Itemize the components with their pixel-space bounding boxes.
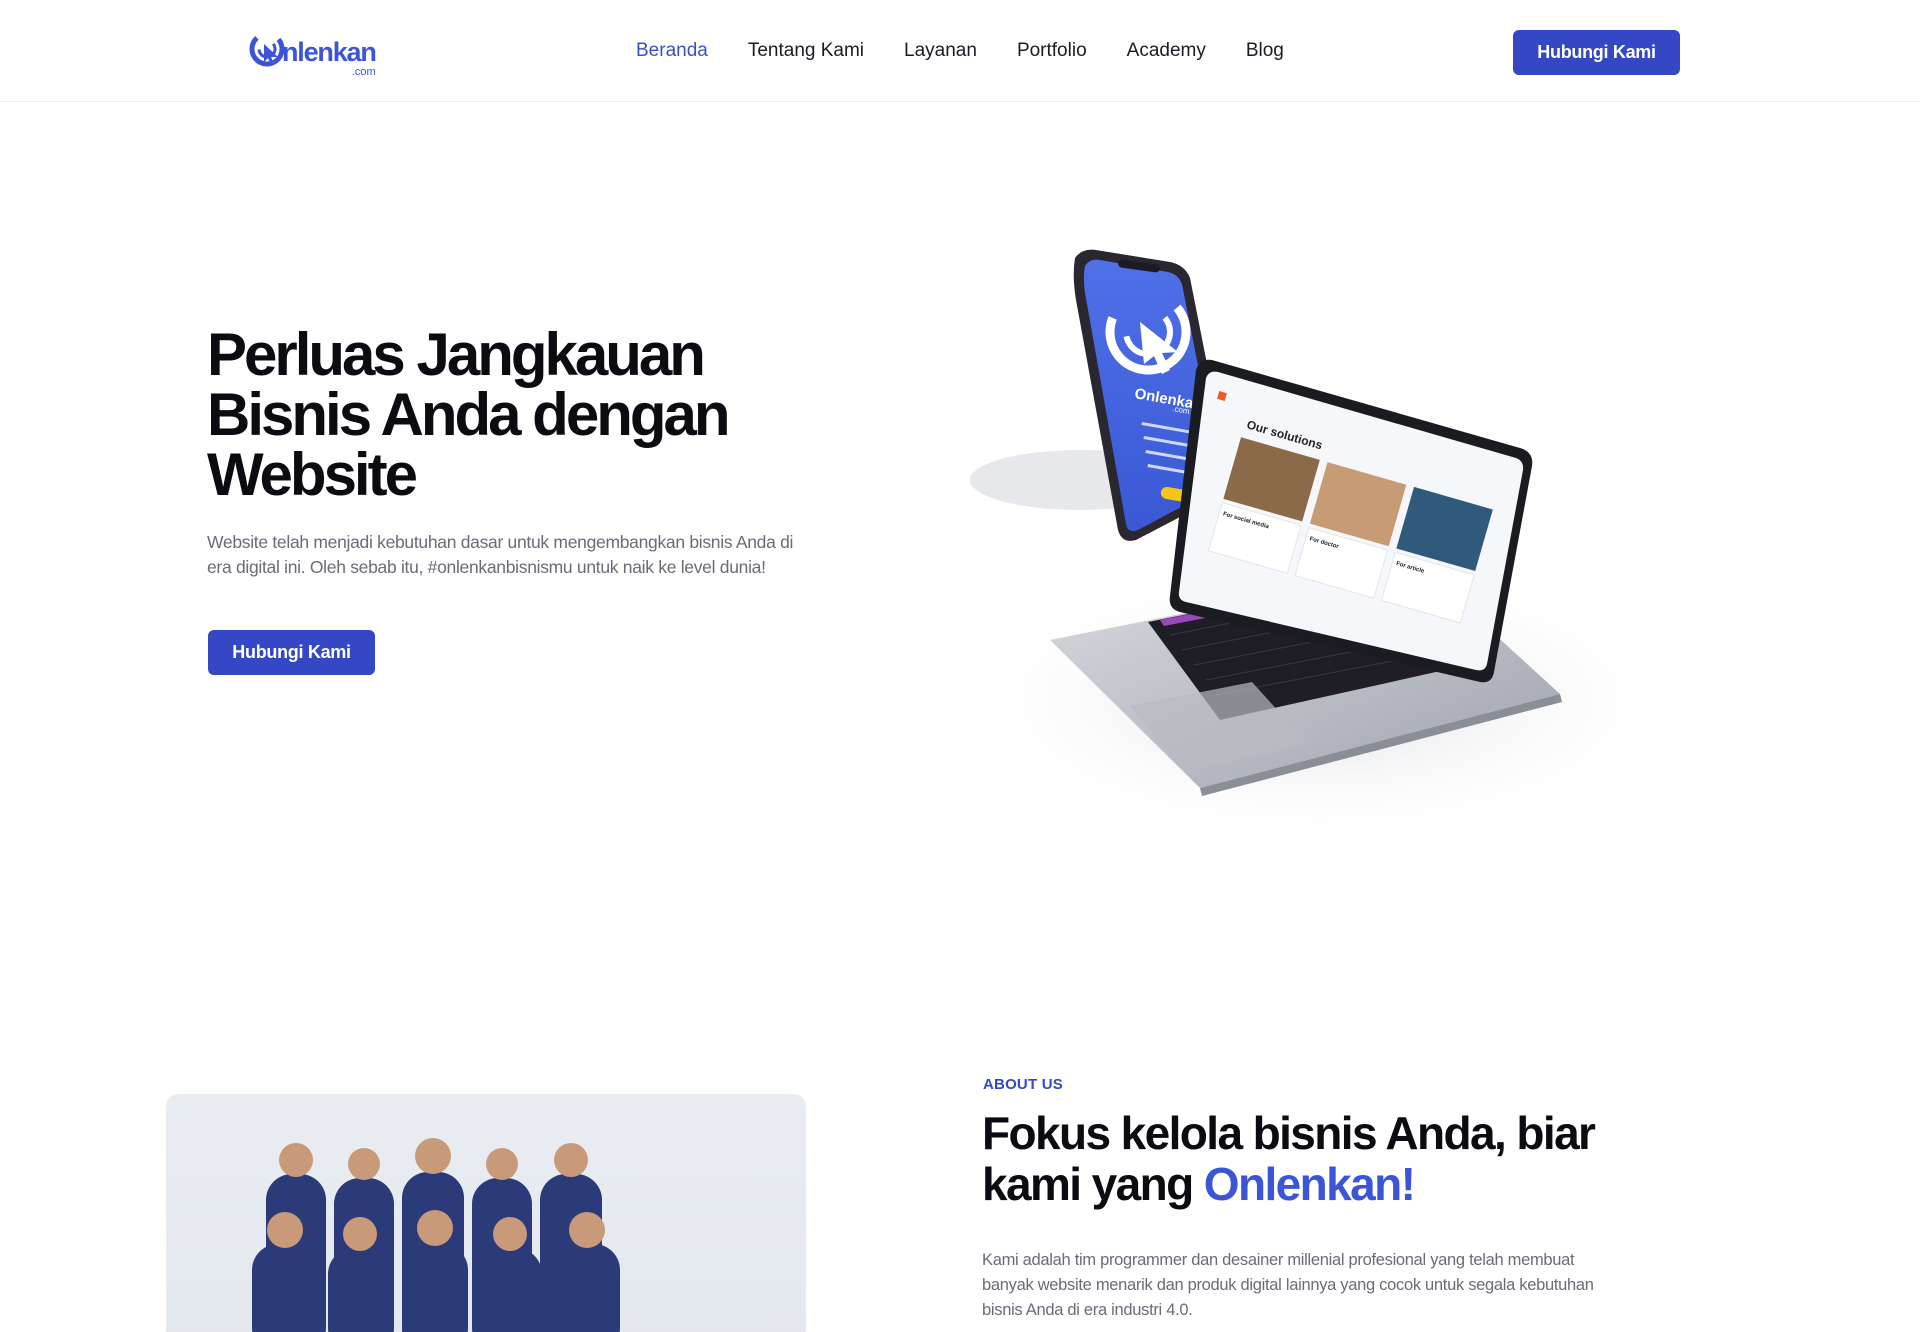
hero-title: Perluas Jangkauan Bisnis Anda dengan Web… <box>207 321 731 508</box>
about-title: Fokus kelola bisnis Anda, biar kami yang… <box>982 1108 1682 1210</box>
about-eyebrow: ABOUT US <box>983 1076 1063 1093</box>
hero-contact-button[interactable]: Hubungi Kami <box>208 630 375 675</box>
nav-item-academy[interactable]: Academy <box>1127 40 1206 62</box>
nav-item-tentang-kami[interactable]: Tentang Kami <box>748 40 864 62</box>
brand-suffix: .com <box>351 65 376 78</box>
main-nav: Beranda Tentang Kami Layanan Portfolio A… <box>636 40 1284 62</box>
nav-item-portfolio[interactable]: Portfolio <box>1017 40 1087 62</box>
nav-item-beranda[interactable]: Beranda <box>636 40 708 62</box>
hero-subtitle: Website telah menjadi kebutuhan dasar un… <box>207 532 794 577</box>
about-description: Kami adalah tim programmer dan desainer … <box>982 1251 1594 1319</box>
device-mockup-image: Onlenkan .com Our solutions For social m… <box>900 240 1700 860</box>
brand-name: nlenkan .com <box>282 36 377 78</box>
brand-logo[interactable]: nlenkan .com <box>248 24 398 78</box>
team-photo <box>166 1094 806 1332</box>
nav-item-blog[interactable]: Blog <box>1246 40 1284 62</box>
nav-item-layanan[interactable]: Layanan <box>904 40 977 62</box>
nav-contact-button[interactable]: Hubungi Kami <box>1513 30 1680 75</box>
top-navbar: nlenkan .com Beranda Tentang Kami Layana… <box>0 0 1920 102</box>
about-title-accent: Onlenkan! <box>1203 1158 1416 1210</box>
